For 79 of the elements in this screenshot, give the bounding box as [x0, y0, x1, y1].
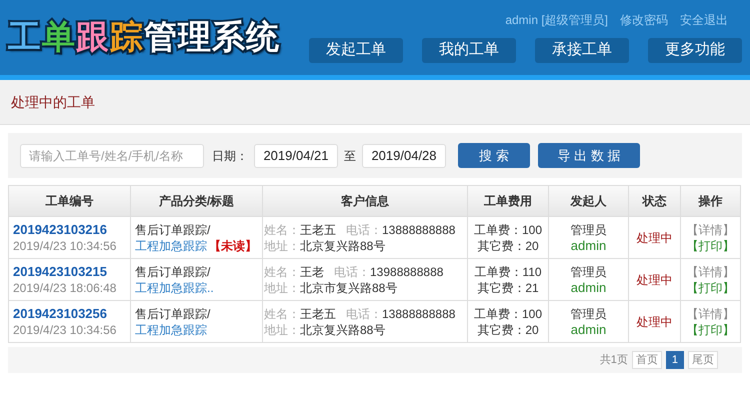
- initiator-role: 管理员: [570, 264, 608, 280]
- date-separator: 至: [344, 148, 356, 164]
- export-button[interactable]: 导 出 数 据: [538, 143, 640, 168]
- header-link[interactable]: 修改密码: [620, 11, 668, 29]
- product-category: 售后订单跟踪/: [135, 264, 212, 280]
- customer-name: 王老五: [300, 306, 336, 322]
- field-label: 地址：: [264, 322, 300, 338]
- field-label: 姓名：: [264, 306, 300, 322]
- customer-phone: 13888888888: [382, 222, 456, 238]
- last-page-link[interactable]: 尾页: [688, 350, 718, 370]
- search-button[interactable]: 搜 索: [458, 143, 530, 168]
- customer-address: 北京市复兴路88号: [300, 280, 398, 296]
- field-label: 姓名：: [264, 222, 300, 238]
- first-page-link[interactable]: 首页: [632, 350, 662, 370]
- column-header: 状态: [628, 186, 680, 216]
- action-link[interactable]: 【打印】: [686, 280, 734, 294]
- order-time: 2019/4/23 18:06:48: [13, 280, 118, 296]
- action-link[interactable]: 【打印】: [686, 322, 734, 336]
- initiator-user: admin: [570, 322, 608, 338]
- column-header: 工单编号: [8, 186, 130, 216]
- nav-tab[interactable]: 更多功能: [648, 38, 742, 63]
- page-count: 共1页: [600, 352, 628, 368]
- title-link[interactable]: 工程加急跟踪..: [135, 280, 214, 296]
- customer-phone: 13988888888: [370, 264, 444, 280]
- page-title: 处理中的工单: [11, 92, 95, 112]
- action-link[interactable]: 【详情】: [686, 222, 734, 236]
- field-label: 电话：: [346, 222, 382, 238]
- status-text: 处理中: [636, 272, 672, 286]
- column-header: 客户信息: [262, 186, 468, 216]
- column-header: 工单费用: [468, 186, 548, 216]
- action-link[interactable]: 【详情】: [686, 306, 734, 320]
- title-link[interactable]: 工程加急跟踪: [135, 322, 207, 338]
- column-header: 产品分类/标题: [130, 186, 262, 216]
- field-label: 电话：: [346, 306, 382, 322]
- other-fee: 其它费：21: [476, 280, 540, 296]
- nav-tab[interactable]: 承接工单: [535, 38, 629, 63]
- field-label: 地址：: [264, 280, 300, 296]
- header-link[interactable]: 安全退出: [680, 11, 728, 29]
- date-field[interactable]: 2019/04/28: [362, 144, 446, 168]
- product-category: 售后订单跟踪/: [135, 306, 212, 322]
- initiator-role: 管理员: [570, 306, 608, 322]
- initiator-role: 管理员: [570, 222, 608, 238]
- unread-tag: 【未读】: [209, 238, 257, 254]
- order-number-link[interactable]: 2019423103216: [13, 222, 126, 238]
- customer-name: 王老五: [300, 222, 336, 238]
- page-number[interactable]: 1: [666, 350, 684, 370]
- order-number-link[interactable]: 2019423103256: [13, 306, 126, 322]
- column-header: 操作: [680, 186, 740, 216]
- field-label: 姓名：: [264, 264, 300, 280]
- action-link[interactable]: 【打印】: [686, 238, 734, 252]
- other-fee: 其它费：20: [476, 322, 540, 338]
- order-number-link[interactable]: 2019423103215: [13, 264, 126, 280]
- status-text: 处理中: [636, 230, 672, 244]
- order-fee: 工单费：100: [472, 306, 544, 322]
- search-field[interactable]: 请输入工单号/姓名/手机/名称: [20, 144, 204, 168]
- date-label: 日期：: [212, 148, 248, 164]
- order-fee: 工单费：110: [473, 264, 543, 280]
- product-category: 售后订单跟踪/: [135, 222, 212, 238]
- customer-phone: 13888888888: [382, 306, 456, 322]
- customer-name: 王老: [300, 264, 324, 280]
- initiator-user: admin: [570, 280, 608, 296]
- app-logo: 工单跟踪管理系统: [8, 20, 280, 53]
- column-header: 发起人: [548, 186, 628, 216]
- customer-address: 北京复兴路88号: [300, 322, 386, 338]
- nav-tab[interactable]: 发起工单: [309, 38, 403, 63]
- order-fee: 工单费：100: [472, 222, 544, 238]
- order-time: 2019/4/23 10:34:56: [13, 322, 118, 338]
- action-link[interactable]: 【详情】: [686, 264, 734, 278]
- status-text: 处理中: [636, 314, 672, 328]
- customer-address: 北京复兴路88号: [300, 238, 386, 254]
- field-label: 电话：: [334, 264, 370, 280]
- title-link[interactable]: 工程加急跟踪: [135, 238, 207, 254]
- other-fee: 其它费：20: [476, 238, 540, 254]
- nav-tab[interactable]: 我的工单: [422, 38, 516, 63]
- field-label: 地址：: [264, 238, 300, 254]
- order-time: 2019/4/23 10:34:56: [13, 238, 118, 254]
- initiator-user: admin: [570, 238, 608, 254]
- date-field[interactable]: 2019/04/21: [254, 144, 338, 168]
- header-link[interactable]: admin [超级管理员]: [505, 11, 608, 29]
